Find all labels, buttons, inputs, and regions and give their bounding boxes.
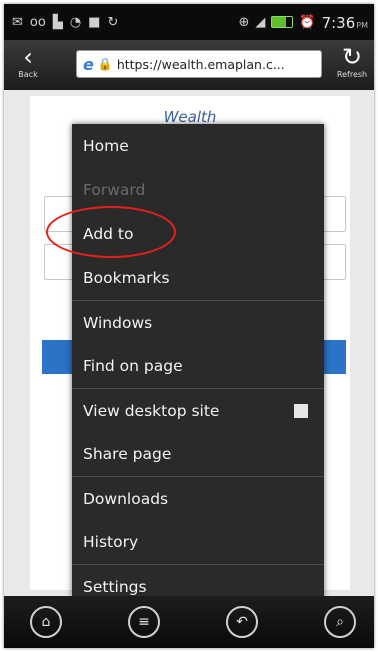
back-icon: ↶ xyxy=(236,614,248,630)
clock-ampm: PM xyxy=(356,20,368,30)
system-icons: ⊕ ◢ ⏰ 7:36PM xyxy=(238,13,374,32)
menu-item-history[interactable]: History xyxy=(72,520,324,564)
menu-item-settings[interactable]: Settings xyxy=(72,564,324,598)
wifi-icon: ◔ xyxy=(69,14,82,30)
menu-item-view-desktop-site[interactable]: View desktop site xyxy=(72,388,324,432)
voicemail-icon: oo xyxy=(29,14,46,30)
browser-toolbar: ‹ Back e 🔒 https://wealth.emaplan.c... ↻… xyxy=(4,40,374,90)
menu-item-home[interactable]: Home xyxy=(72,124,324,168)
browser-logo-icon: e xyxy=(83,54,94,74)
address-bar[interactable]: e 🔒 https://wealth.emaplan.c... xyxy=(76,50,322,78)
app-icon: ▙ xyxy=(52,14,63,30)
url-text: https://wealth.emaplan.c... xyxy=(116,56,285,72)
overflow-menu: Home Forward Add to Bookmarks Windows Fi… xyxy=(72,124,324,598)
menu-item-bookmarks[interactable]: Bookmarks xyxy=(72,256,324,300)
menu-icon: ≡ xyxy=(138,614,150,630)
clock-time: 7:36 xyxy=(321,13,356,32)
bottom-navigation: ⌂ ≡ ↶ ⌕ xyxy=(4,596,374,648)
gps-icon: ⊕ xyxy=(238,14,250,30)
back-arrow-icon: ‹ xyxy=(23,43,33,71)
home-icon: ⌂ xyxy=(41,614,51,630)
back-label: Back xyxy=(18,70,38,79)
menu-nav-button[interactable]: ≡ xyxy=(128,606,160,638)
battery-icon xyxy=(271,16,294,28)
desktop-site-checkbox[interactable] xyxy=(294,404,308,418)
menu-item-share-page[interactable]: Share page xyxy=(72,432,324,476)
menu-item-find-on-page[interactable]: Find on page xyxy=(72,344,324,388)
signal-icon: ◢ xyxy=(255,14,266,30)
menu-item-add-to[interactable]: Add to xyxy=(72,212,324,256)
menu-item-forward: Forward xyxy=(83,181,146,199)
mail-icon: ✉ xyxy=(12,14,23,30)
back-button[interactable]: ‹ Back xyxy=(8,44,48,86)
refresh-button[interactable]: ↻ Refresh xyxy=(332,44,372,86)
back-nav-button[interactable]: ↶ xyxy=(226,606,258,638)
lock-icon: 🔒 xyxy=(97,57,113,71)
menu-item-downloads[interactable]: Downloads xyxy=(72,476,324,520)
view-desktop-site-label: View desktop site xyxy=(83,402,220,420)
clock: 7:36PM xyxy=(322,13,368,32)
menu-item-windows[interactable]: Windows xyxy=(72,300,324,344)
status-bar: ✉ oo ▙ ◔ ■ ↻ ⊕ ◢ ⏰ 7:36PM xyxy=(4,4,374,40)
refresh-icon: ↻ xyxy=(341,43,363,71)
search-icon: ⌕ xyxy=(336,614,344,630)
home-nav-button[interactable]: ⌂ xyxy=(30,606,62,638)
notification-icons: ✉ oo ▙ ◔ ■ ↻ xyxy=(4,16,238,29)
sync-icon: ↻ xyxy=(107,14,119,30)
alarm-icon: ⏰ xyxy=(299,14,316,30)
refresh-label: Refresh xyxy=(336,70,368,79)
search-nav-button[interactable]: ⌕ xyxy=(324,606,356,638)
facebook-icon: ■ xyxy=(88,14,101,30)
phone-screen: ✉ oo ▙ ◔ ■ ↻ ⊕ ◢ ⏰ 7:36PM ‹ Back e 🔒 htt… xyxy=(4,4,374,648)
